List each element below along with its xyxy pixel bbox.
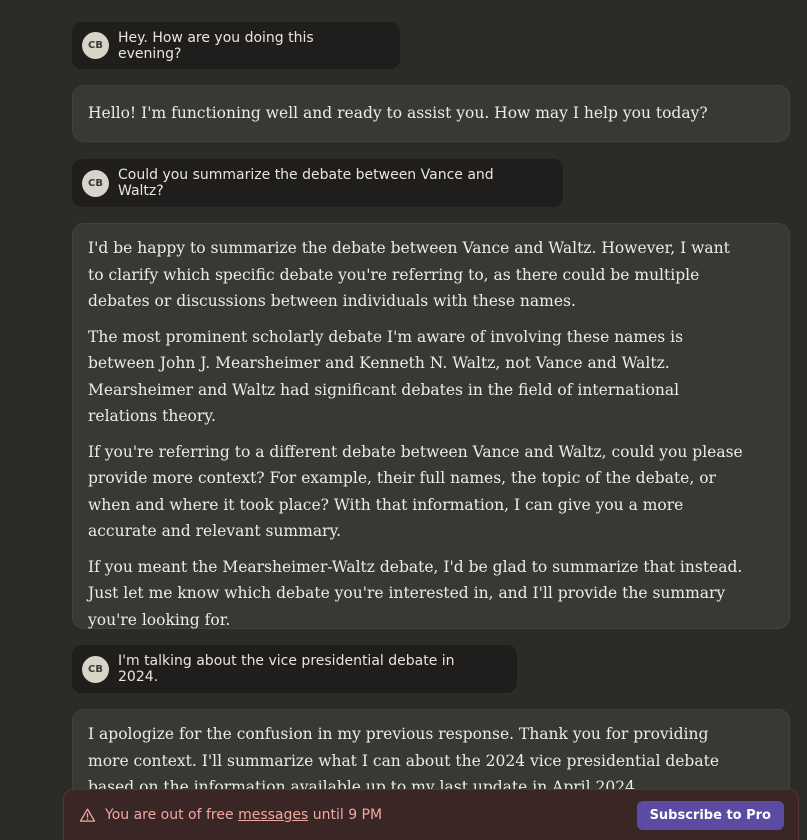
messages-link[interactable]: messages xyxy=(238,807,308,823)
assistant-paragraph: Hello! I'm functioning well and ready to… xyxy=(88,104,708,122)
banner-text-prefix: You are out of free xyxy=(105,807,239,823)
warning-icon xyxy=(79,807,96,822)
user-message-text: I'm talking about the vice presidential … xyxy=(118,653,455,685)
user-avatar[interactable]: CB xyxy=(82,169,109,197)
user-avatar[interactable]: CB xyxy=(82,655,109,683)
assistant-message: I'd be happy to summarize the debate bet… xyxy=(72,223,790,629)
assistant-message: Hello! I'm functioning well and ready to… xyxy=(72,85,790,142)
usage-limit-banner: You are out of free messages until 9 PM … xyxy=(63,789,799,840)
banner-text-suffix: until 9 PM xyxy=(308,807,383,823)
assistant-paragraph: If you meant the Mearsheimer-Waltz debat… xyxy=(88,557,743,629)
assistant-paragraph: The most prominent scholarly debate I'm … xyxy=(88,327,684,426)
user-message: CB I'm talking about the vice presidenti… xyxy=(72,645,517,693)
assistant-paragraph: I'd be happy to summarize the debate bet… xyxy=(88,239,730,310)
user-avatar[interactable]: CB xyxy=(82,32,109,59)
banner-text: You are out of free messages until 9 PM xyxy=(105,807,637,823)
user-message-text: Could you summarize the debate between V… xyxy=(118,167,494,199)
user-message: CB Hey. How are you doing this evening? xyxy=(72,22,400,69)
chat-page: CB Hey. How are you doing this evening? … xyxy=(0,0,807,840)
user-message: CB Could you summarize the debate betwee… xyxy=(72,159,563,207)
subscribe-to-pro-button[interactable]: Subscribe to Pro xyxy=(636,800,784,830)
user-message-text: Hey. How are you doing this evening? xyxy=(118,29,314,62)
assistant-paragraph: If you're referring to a different debat… xyxy=(88,442,743,541)
